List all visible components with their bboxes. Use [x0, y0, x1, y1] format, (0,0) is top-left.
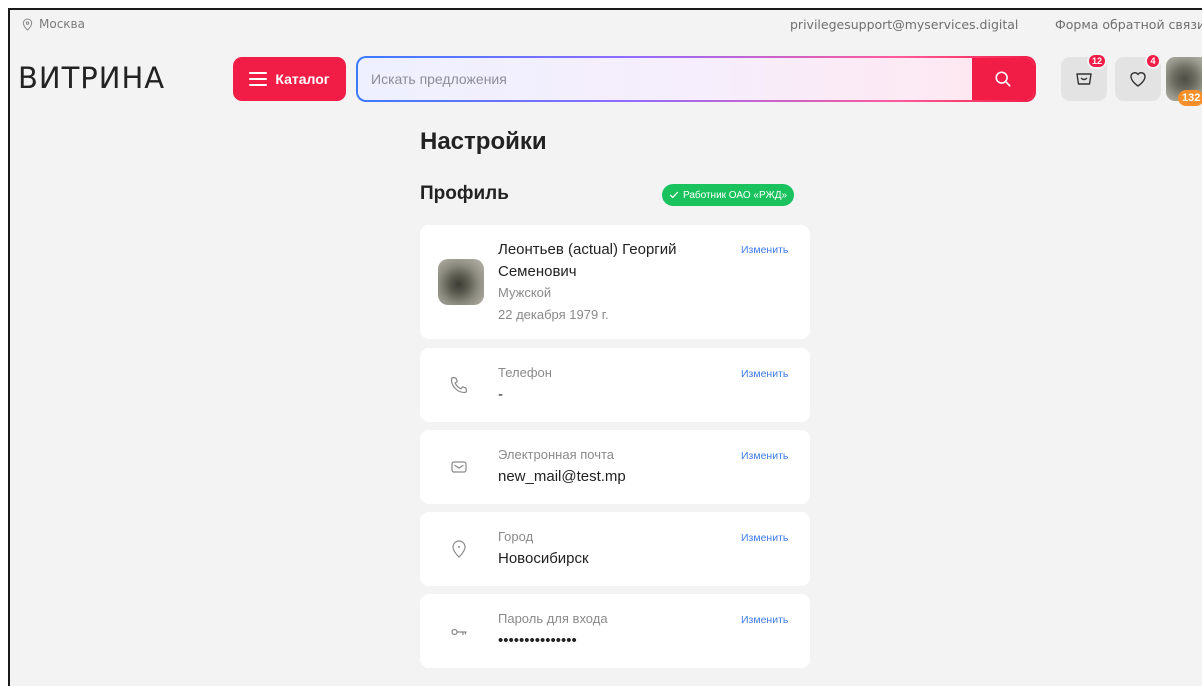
catalog-button[interactable]: Каталог [233, 57, 346, 101]
city-field-label: Город [498, 529, 534, 544]
profile-avatar [438, 259, 484, 305]
search-bar [356, 56, 1036, 102]
search-field-container [358, 58, 1034, 100]
edit-city-link[interactable]: Изменить [741, 532, 788, 544]
cart-icon [1076, 73, 1092, 85]
phone-value: - [498, 386, 503, 403]
cart-count-badge: 12 [1086, 53, 1107, 69]
check-icon [669, 191, 679, 199]
favorites-count-badge: 4 [1145, 53, 1161, 69]
edit-profile-link[interactable]: Изменить [741, 244, 788, 256]
password-value: ••••••••••••••• [498, 632, 577, 649]
cart-button[interactable]: 12 [1061, 53, 1107, 101]
search-button[interactable] [972, 58, 1034, 100]
phone-label: Телефон [498, 365, 552, 380]
edit-email-link[interactable]: Изменить [741, 450, 788, 462]
app-frame: Москва privilegesupport@myservices.digit… [8, 8, 1202, 686]
profile-name: Леонтьев (actual) Георгий Семенович [498, 241, 677, 280]
location-pin-icon [452, 540, 466, 558]
employee-badge-label: Работник ОАО «РЖД» [683, 189, 788, 201]
feedback-link[interactable]: Форма обратной связи [1055, 17, 1202, 32]
favorites-button[interactable]: 4 [1115, 53, 1161, 101]
edit-phone-link[interactable]: Изменить [741, 368, 788, 380]
heart-icon [1130, 72, 1146, 87]
section-title: Профиль [420, 183, 509, 204]
city-label: Москва [39, 17, 85, 31]
email-card: Электронная почта new_mail@test.mp Измен… [420, 430, 810, 504]
email-label: Электронная почта [498, 447, 615, 462]
email-value: new_mail@test.mp [498, 468, 626, 485]
page-title: Настройки [420, 128, 547, 155]
password-label: Пароль для входа [498, 611, 608, 626]
city-selector[interactable]: Москва [22, 17, 85, 31]
catalog-label: Каталог [275, 71, 330, 87]
burger-icon [249, 72, 268, 86]
top-bar: Москва privilegesupport@myservices.digit… [10, 10, 1202, 40]
city-field-value: Новосибирск [498, 550, 589, 567]
phone-card: Телефон - Изменить [420, 348, 810, 422]
mail-icon [451, 461, 467, 473]
search-input[interactable] [358, 58, 970, 100]
points-badge: 132 [1178, 90, 1202, 106]
profile-birth-date: 22 декабря 1979 г. [498, 307, 609, 322]
search-icon [995, 71, 1011, 87]
logo[interactable]: ВИТРИНА [18, 61, 165, 95]
password-card: Пароль для входа ••••••••••••••• Изменит… [420, 594, 810, 668]
city-card: Город Новосибирск Изменить [420, 512, 810, 586]
support-email-link[interactable]: privilegesupport@myservices.digital [790, 17, 1018, 32]
location-pin-icon [22, 17, 33, 31]
edit-password-link[interactable]: Изменить [741, 614, 788, 626]
profile-card: Леонтьев (actual) Георгий Семенович Мужс… [420, 225, 810, 339]
employee-status-badge: Работник ОАО «РЖД» [662, 184, 795, 206]
phone-icon [450, 376, 468, 394]
key-icon [451, 628, 467, 636]
profile-gender: Мужской [498, 285, 552, 300]
